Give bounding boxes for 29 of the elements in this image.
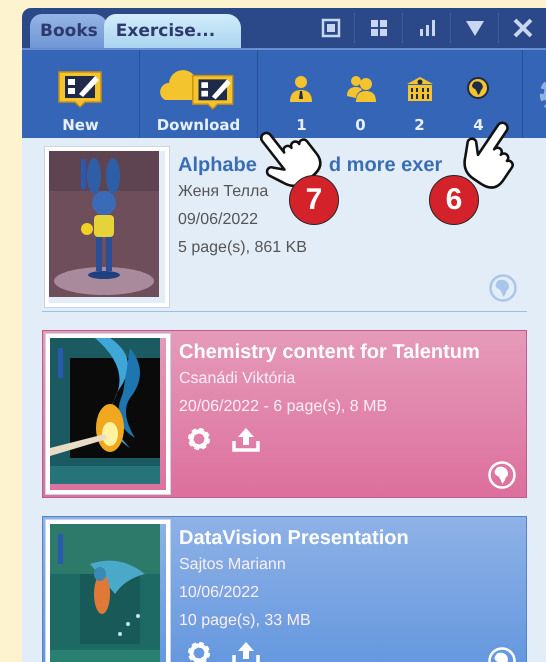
tab[interactable]: Books [30, 14, 108, 48]
book-info: 5 page(s), 861 KB [178, 238, 307, 258]
people-icon [346, 74, 376, 104]
settings-icon[interactable] [185, 639, 213, 662]
book-title: DataVision Presentation [179, 526, 409, 551]
book-info: 10 page(s), 33 MB [179, 611, 311, 631]
book-info: 09/06/2022 [178, 210, 258, 230]
book-title: Alphabe [178, 153, 257, 178]
settings-icon[interactable] [185, 425, 213, 453]
filter-button[interactable]: 2 [390, 50, 449, 138]
window-icon[interactable] [320, 17, 342, 39]
book-title: d more exer [328, 153, 442, 178]
school-building-icon [404, 74, 434, 104]
book-title: Chemistry content for Talentum [179, 340, 480, 365]
globe-icon [487, 460, 517, 490]
globe-icon [488, 273, 518, 303]
tab[interactable]: Exercise... [104, 14, 242, 48]
book-author: Sajtos Mariann [179, 555, 286, 575]
book-cover[interactable] [46, 334, 170, 494]
filter-button[interactable]: 1 [272, 50, 331, 138]
book-cover[interactable] [45, 147, 169, 307]
book-author: Csanádi Viktória [179, 369, 296, 389]
book-author: Женя Телла [178, 182, 268, 202]
download-button[interactable]: Download [140, 50, 257, 138]
new-button[interactable]: New [22, 50, 139, 138]
book-info: 20/06/2022 - 6 page(s), 8 MB [179, 397, 388, 417]
close-icon[interactable] [512, 17, 534, 39]
filter-button[interactable]: 0 [331, 50, 390, 138]
book-info: 10/06/2022 [179, 583, 260, 603]
